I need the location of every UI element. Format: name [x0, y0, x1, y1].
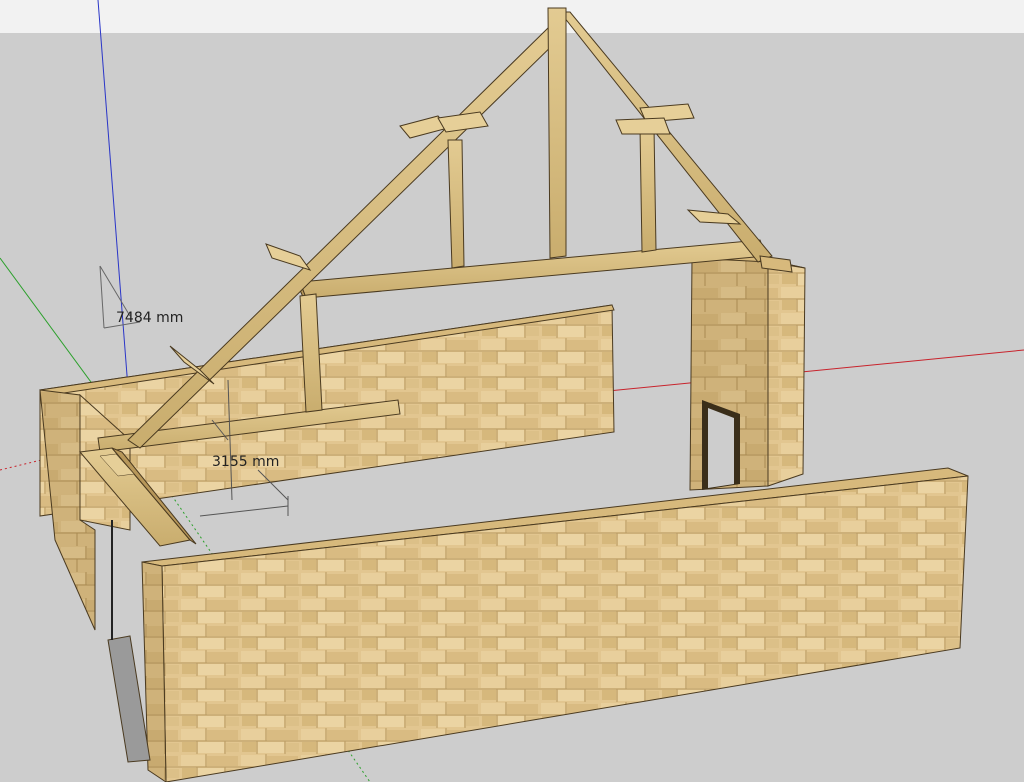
right-pillar-wall[interactable]: [689, 251, 806, 491]
corner-opening[interactable]: [107, 520, 151, 763]
3d-scene[interactable]: 7484 mm 3155 mm: [0, 0, 1024, 782]
purlin-block[interactable]: [615, 117, 671, 135]
blue-axis: [97, 0, 133, 441]
purlin-block[interactable]: [437, 111, 489, 133]
front-wall[interactable]: [141, 467, 969, 782]
doorway[interactable]: [702, 400, 740, 490]
modeling-viewport[interactable]: 7484 mm 3155 mm: [0, 0, 1024, 782]
ridge-height-label: 7484 mm: [116, 310, 183, 326]
wall-height-label: 3155 mm: [212, 454, 279, 470]
ridge-height-dimension[interactable]: 7484 mm: [99, 265, 183, 329]
purlin-block[interactable]: [265, 243, 312, 271]
